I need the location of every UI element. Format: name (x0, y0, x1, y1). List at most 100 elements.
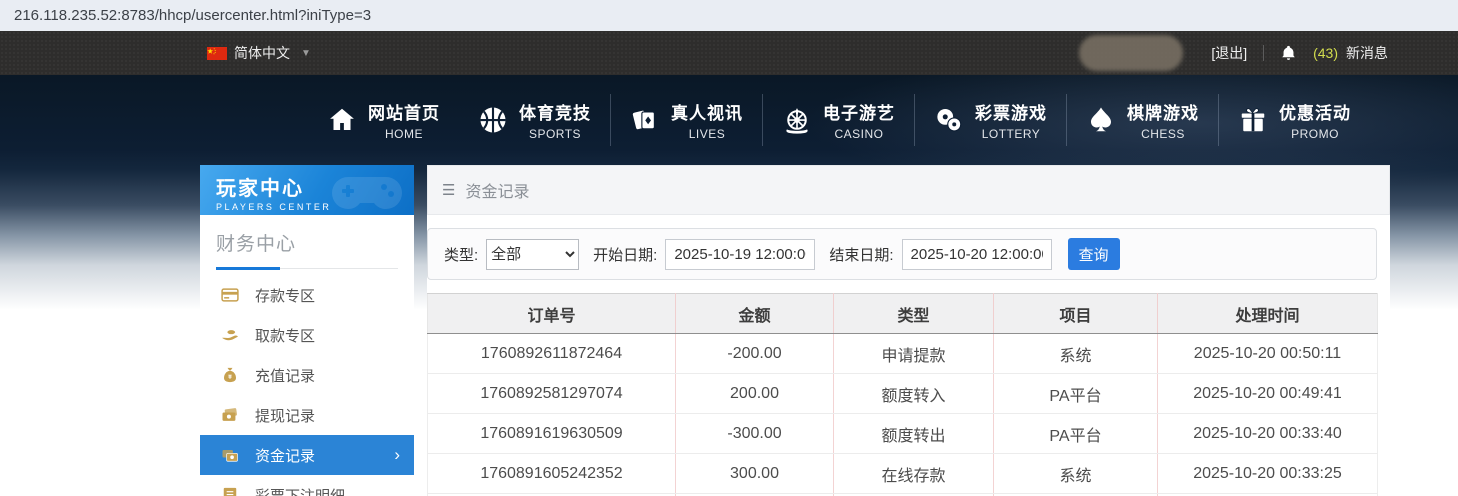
breadcrumb: ☰ 资金记录 (427, 165, 1390, 215)
table-cell: -300.00 (676, 414, 834, 454)
bet-list-icon (220, 485, 240, 496)
page: 216.118.235.52:8783/hhcp/usercenter.html… (0, 0, 1458, 496)
home-icon (327, 105, 357, 135)
withdraw-hand-icon (220, 325, 240, 345)
top-bar-right: [退出] (43) 新消息 (1079, 35, 1388, 71)
divider (1263, 45, 1264, 61)
table-cell: -200.00 (676, 334, 834, 374)
sidebar-item-存款专区[interactable]: 存款专区› (200, 275, 414, 315)
chevron-right-icon: › (394, 445, 400, 465)
table-cell: 1760891605242352 (428, 454, 676, 494)
nav-item-sports[interactable]: 体育竞技SPORTS (459, 94, 610, 146)
sidebar-item-label: 资金记录 (255, 445, 315, 466)
chevron-down-icon: ▼ (301, 48, 311, 59)
sidebar-item-提现记录[interactable]: 提现记录› (200, 395, 414, 435)
table-header-cell: 处理时间 (1158, 294, 1378, 334)
nav-item-home[interactable]: 网站首页HOME (308, 94, 459, 146)
table-header-cell: 项目 (994, 294, 1158, 334)
sidebar-header: 玩家中心 PLAYERS CENTER (200, 165, 414, 215)
section-underline (216, 268, 398, 269)
funds-record-table: 订单号金额类型项目处理时间 1760892611872464-200.00申请提… (427, 293, 1378, 496)
nav-item-lives[interactable]: 真人视讯LIVES (610, 94, 762, 146)
hamburger-icon[interactable]: ☰ (442, 181, 455, 199)
bell-icon[interactable] (1280, 44, 1297, 62)
table-header-cell: 订单号 (428, 294, 676, 334)
table-cell: 在线存款 (834, 454, 994, 494)
type-label: 类型: (444, 244, 478, 265)
new-messages-link[interactable]: 新消息 (1346, 43, 1388, 63)
nav-item-label: 真人视讯LIVES (671, 99, 743, 141)
main-navigation: 网站首页HOME 体育竞技SPORTS 真人视讯LIVES 电子游艺CASINO 彩票游… (0, 75, 1458, 165)
table-cell: 申请提款 (834, 334, 994, 374)
table-cell: 2025-10-20 00:33:25 (1158, 454, 1378, 494)
nav-item-label: 电子游艺CASINO (823, 99, 895, 141)
table-header-cell: 金额 (676, 294, 834, 334)
nav-item-label: 彩票游戏LOTTERY (975, 99, 1047, 141)
table-cell: 1760892581297074 (428, 374, 676, 414)
filter-bar: 类型: 全部 开始日期: 结束日期: 查询 (427, 228, 1377, 280)
start-date-input[interactable] (665, 239, 815, 270)
nav-item-casino[interactable]: 电子游艺CASINO (762, 94, 914, 146)
type-select[interactable]: 全部 (486, 239, 579, 270)
top-utility-bar: 简体中文 ▼ [退出] (43) 新消息 (0, 31, 1458, 75)
finance-center-heading: 财务中心 (216, 229, 398, 268)
username-redacted (1079, 35, 1183, 71)
basketball-icon (478, 105, 508, 135)
logout-link[interactable]: [退出] (1211, 43, 1247, 63)
table-cell: 1760892611872464 (428, 334, 676, 374)
search-button[interactable]: 查询 (1068, 238, 1120, 270)
table-cell: 系统 (994, 454, 1158, 494)
nav-item-label: 网站首页HOME (368, 99, 440, 141)
sidebar-item-label: 取款专区 (255, 325, 315, 346)
cash-out-icon (220, 405, 240, 425)
language-selector[interactable]: 简体中文 ▼ (207, 43, 311, 63)
sidebar-item-资金记录[interactable]: 资金记录 › (200, 435, 414, 475)
language-label: 简体中文 (234, 43, 290, 63)
deposit-card-icon (220, 285, 240, 305)
sidebar: 玩家中心 PLAYERS CENTER 财务中心 存款专区›取款专区›充值记录›… (200, 165, 414, 496)
table-cell: 额度转入 (834, 374, 994, 414)
china-flag-icon (207, 47, 227, 60)
sidebar-item-label: 充值记录 (255, 365, 315, 386)
table-cell: PA平台 (994, 374, 1158, 414)
nav-item-label: 优惠活动PROMO (1279, 99, 1351, 141)
table-cell: 200.00 (676, 374, 834, 414)
table-cell: 额度转出 (834, 414, 994, 454)
end-date-input[interactable] (902, 239, 1052, 270)
nav-item-label: 体育竞技SPORTS (519, 99, 591, 141)
lottery-balls-icon (934, 105, 964, 135)
table-row: 1760892611872464-200.00申请提款系统2025-10-20 … (428, 334, 1378, 374)
nav-item-chess[interactable]: 棋牌游戏CHESS (1066, 94, 1218, 146)
browser-url-bar[interactable]: 216.118.235.52:8783/hhcp/usercenter.html… (0, 0, 1458, 31)
table-cell: 2025-10-20 00:49:41 (1158, 374, 1378, 414)
end-date-label: 结束日期: (829, 244, 893, 265)
sidebar-item-label: 存款专区 (255, 285, 315, 306)
cards-icon (630, 105, 660, 135)
sidebar-item-彩票下注明细[interactable]: 彩票下注明细› (200, 475, 414, 496)
nav-item-promo[interactable]: 优惠活动PROMO (1218, 94, 1370, 146)
table-cell: 1760891619630509 (428, 414, 676, 454)
sidebar-section: 财务中心 (200, 215, 414, 269)
sidebar-menu: 存款专区›取款专区›充值记录›提现记录› 资金记录 › 彩票下注明细› (200, 275, 414, 496)
gift-icon (1238, 105, 1268, 135)
spade-icon (1086, 105, 1116, 135)
table-row: 1760892581297074200.00额度转入PA平台2025-10-20… (428, 374, 1378, 414)
coins-icon (220, 445, 240, 465)
table-row: 1760891619630509-300.00额度转出PA平台2025-10-2… (428, 414, 1378, 454)
gamepad-icon (328, 169, 406, 215)
moneybag-icon (220, 365, 240, 385)
main-content: ☰ 资金记录 类型: 全部 开始日期: 结束日期: 查询 订单号金额类型项目处理… (427, 165, 1390, 496)
sidebar-item-充值记录[interactable]: 充值记录› (200, 355, 414, 395)
nav-item-lottery[interactable]: 彩票游戏LOTTERY (914, 94, 1066, 146)
table-cell: PA平台 (994, 414, 1158, 454)
breadcrumb-label: 资金记录 (465, 178, 529, 202)
sidebar-item-label: 提现记录 (255, 405, 315, 426)
sidebar-item-取款专区[interactable]: 取款专区› (200, 315, 414, 355)
nav-item-label: 棋牌游戏CHESS (1127, 99, 1199, 141)
table-header-row: 订单号金额类型项目处理时间 (428, 294, 1378, 334)
table-cell: 2025-10-20 00:33:40 (1158, 414, 1378, 454)
table-cell: 300.00 (676, 454, 834, 494)
table-header-cell: 类型 (834, 294, 994, 334)
page-url: 216.118.235.52:8783/hhcp/usercenter.html… (14, 7, 371, 24)
table-row: 1760891605242352300.00在线存款系统2025-10-20 0… (428, 454, 1378, 494)
